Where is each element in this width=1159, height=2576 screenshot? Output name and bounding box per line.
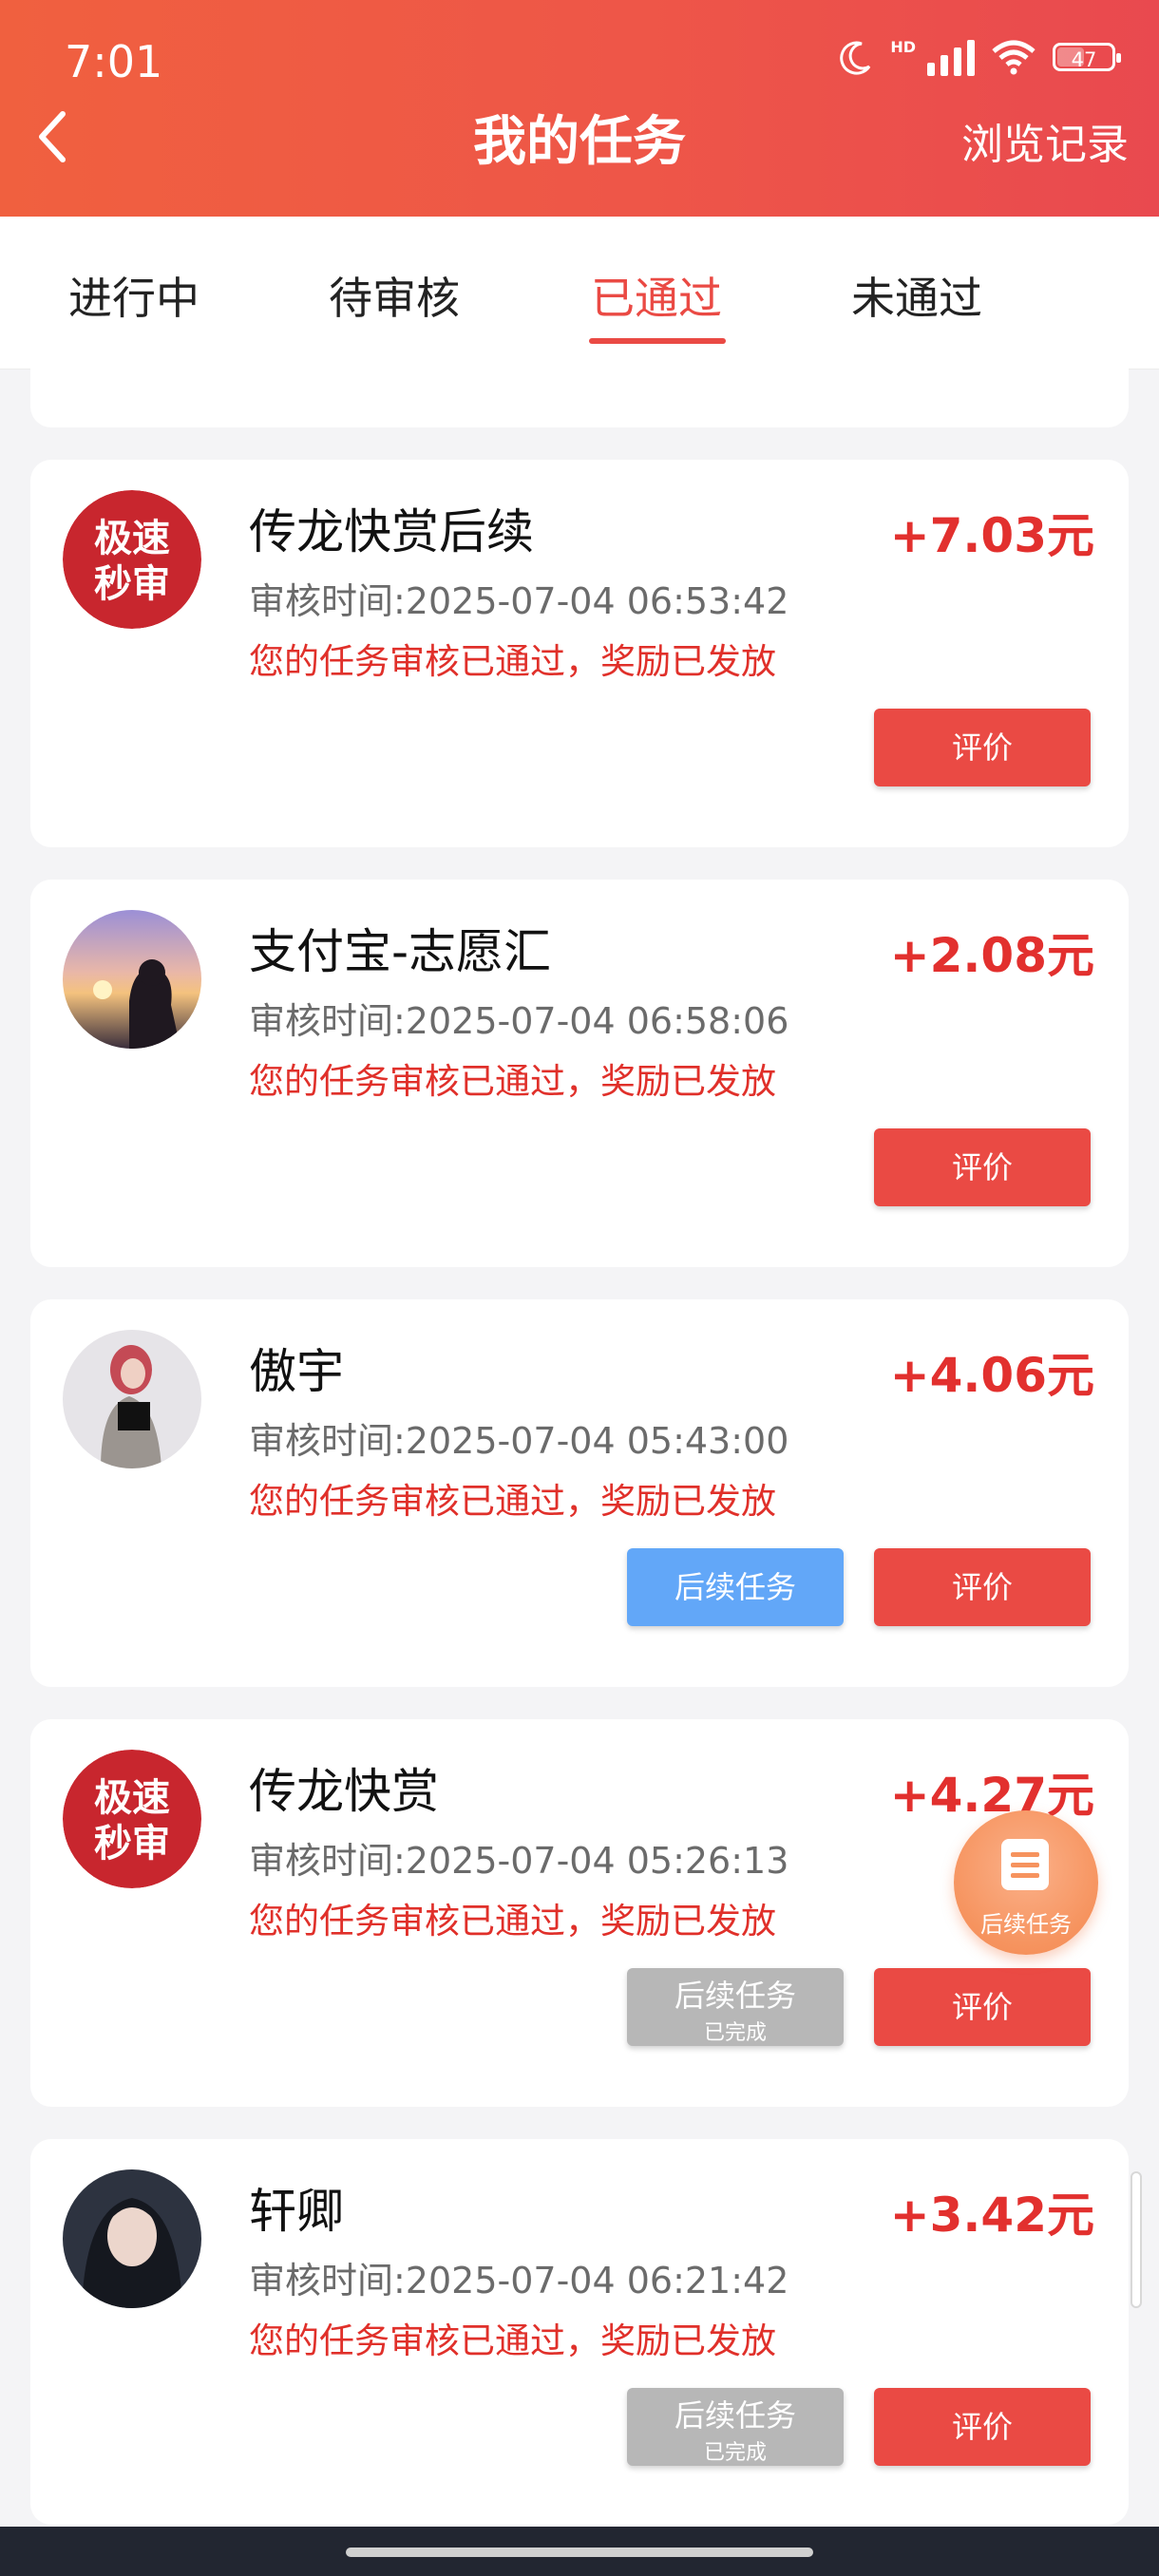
- follow-up-task-button[interactable]: 后续任务: [627, 1548, 844, 1626]
- task-name: 传龙快赏: [249, 1764, 439, 1819]
- browse-history-link[interactable]: 浏览记录: [961, 110, 1129, 171]
- svg-text:秒审: 秒审: [94, 562, 170, 606]
- follow-up-label: 后续任务: [674, 1978, 796, 2014]
- review-time: 审核时间:2025-07-04 05:26:13: [249, 1840, 789, 1882]
- wifi-icon: [992, 40, 1036, 75]
- battery-icon: 47: [1053, 43, 1121, 71]
- approval-message: 您的任务审核已通过，奖励已发放: [249, 641, 776, 682]
- network-type: HD: [890, 38, 916, 56]
- task-card[interactable]: 傲宇 +4.06元 审核时间:2025-07-04 05:43:00 您的任务审…: [30, 1299, 1129, 1687]
- scrollbar[interactable]: [1130, 2171, 1142, 2308]
- rate-button[interactable]: 评价: [874, 1128, 1091, 1206]
- status-time: 7:01: [65, 36, 163, 87]
- sunset-avatar: [63, 910, 201, 1049]
- home-gesture-handle[interactable]: [346, 2548, 813, 2557]
- rate-button[interactable]: 评价: [874, 1968, 1091, 2046]
- tab-approved[interactable]: 已通过: [591, 264, 722, 327]
- approval-message: 您的任务审核已通过，奖励已发放: [249, 1061, 776, 1102]
- portrait-avatar: [63, 2169, 201, 2308]
- rate-button[interactable]: 评价: [874, 709, 1091, 786]
- completed-label: 已完成: [703, 2021, 767, 2045]
- follow-up-label: 后续任务: [674, 2397, 796, 2434]
- task-name: 传龙快赏后续: [249, 504, 534, 559]
- task-card[interactable]: 轩卿 +3.42元 审核时间:2025-07-04 06:21:42 您的任务审…: [30, 2139, 1129, 2525]
- task-name: 傲宇: [249, 1344, 344, 1399]
- floating-button-label: 后续任务: [980, 1911, 1072, 1938]
- reward-amount: +4.06元: [889, 1348, 1094, 1403]
- svg-text:极速: 极速: [94, 517, 170, 560]
- review-time: 审核时间:2025-07-04 06:53:42: [249, 580, 789, 622]
- reward-amount: +2.08元: [889, 928, 1094, 983]
- tab-pending-review[interactable]: 待审核: [329, 264, 460, 327]
- system-navigation-bar: [0, 2527, 1159, 2576]
- battery-level: 47: [1071, 48, 1097, 71]
- moon-icon: [840, 41, 871, 75]
- rate-button[interactable]: 评价: [874, 2388, 1091, 2466]
- follow-up-task-button-done[interactable]: 后续任务 已完成: [627, 1968, 844, 2046]
- task-name: 轩卿: [249, 2184, 344, 2239]
- tab-in-progress[interactable]: 进行中: [68, 264, 200, 327]
- task-card[interactable]: 极速 秒审 传龙快赏后续 +7.03元 审核时间:2025-07-04 06:5…: [30, 460, 1129, 847]
- floating-follow-up-button[interactable]: 后续任务: [954, 1810, 1098, 1955]
- review-time: 审核时间:2025-07-04 06:58:06: [249, 1000, 789, 1042]
- approval-message: 您的任务审核已通过，奖励已发放: [249, 1901, 776, 1941]
- svg-text:极速: 极速: [94, 1776, 170, 1820]
- reward-amount: +7.03元: [889, 508, 1094, 563]
- active-tab-indicator: [589, 338, 726, 344]
- approval-message: 您的任务审核已通过，奖励已发放: [249, 1481, 776, 1522]
- signal-icon: [927, 38, 975, 76]
- task-card-partial: [30, 369, 1129, 427]
- app-header: 7:01 HD 47 我的任务 浏览记录: [0, 0, 1159, 217]
- svg-text:秒审: 秒审: [94, 1822, 170, 1866]
- review-time: 审核时间:2025-07-04 05:43:00: [249, 1420, 789, 1462]
- badge-avatar: 极速 秒审: [63, 490, 201, 629]
- document-icon: [1001, 1839, 1049, 1890]
- tab-rejected[interactable]: 未通过: [851, 264, 982, 327]
- approval-message: 您的任务审核已通过，奖励已发放: [249, 2320, 776, 2361]
- badge-avatar: 极速 秒审: [63, 1750, 201, 1888]
- rate-button[interactable]: 评价: [874, 1548, 1091, 1626]
- portrait-avatar: [63, 1330, 201, 1468]
- completed-label: 已完成: [703, 2441, 767, 2465]
- status-icons: HD 47: [837, 38, 1121, 76]
- follow-up-task-button-done[interactable]: 后续任务 已完成: [627, 2388, 844, 2466]
- review-time: 审核时间:2025-07-04 06:21:42: [249, 2260, 789, 2301]
- status-tabs: 进行中 待审核 已通过 未通过: [0, 217, 1159, 369]
- reward-amount: +3.42元: [889, 2188, 1094, 2243]
- task-name: 支付宝-志愿汇: [249, 924, 552, 979]
- reward-amount: +4.27元: [889, 1768, 1094, 1823]
- task-card[interactable]: 支付宝-志愿汇 +2.08元 审核时间:2025-07-04 06:58:06 …: [30, 880, 1129, 1267]
